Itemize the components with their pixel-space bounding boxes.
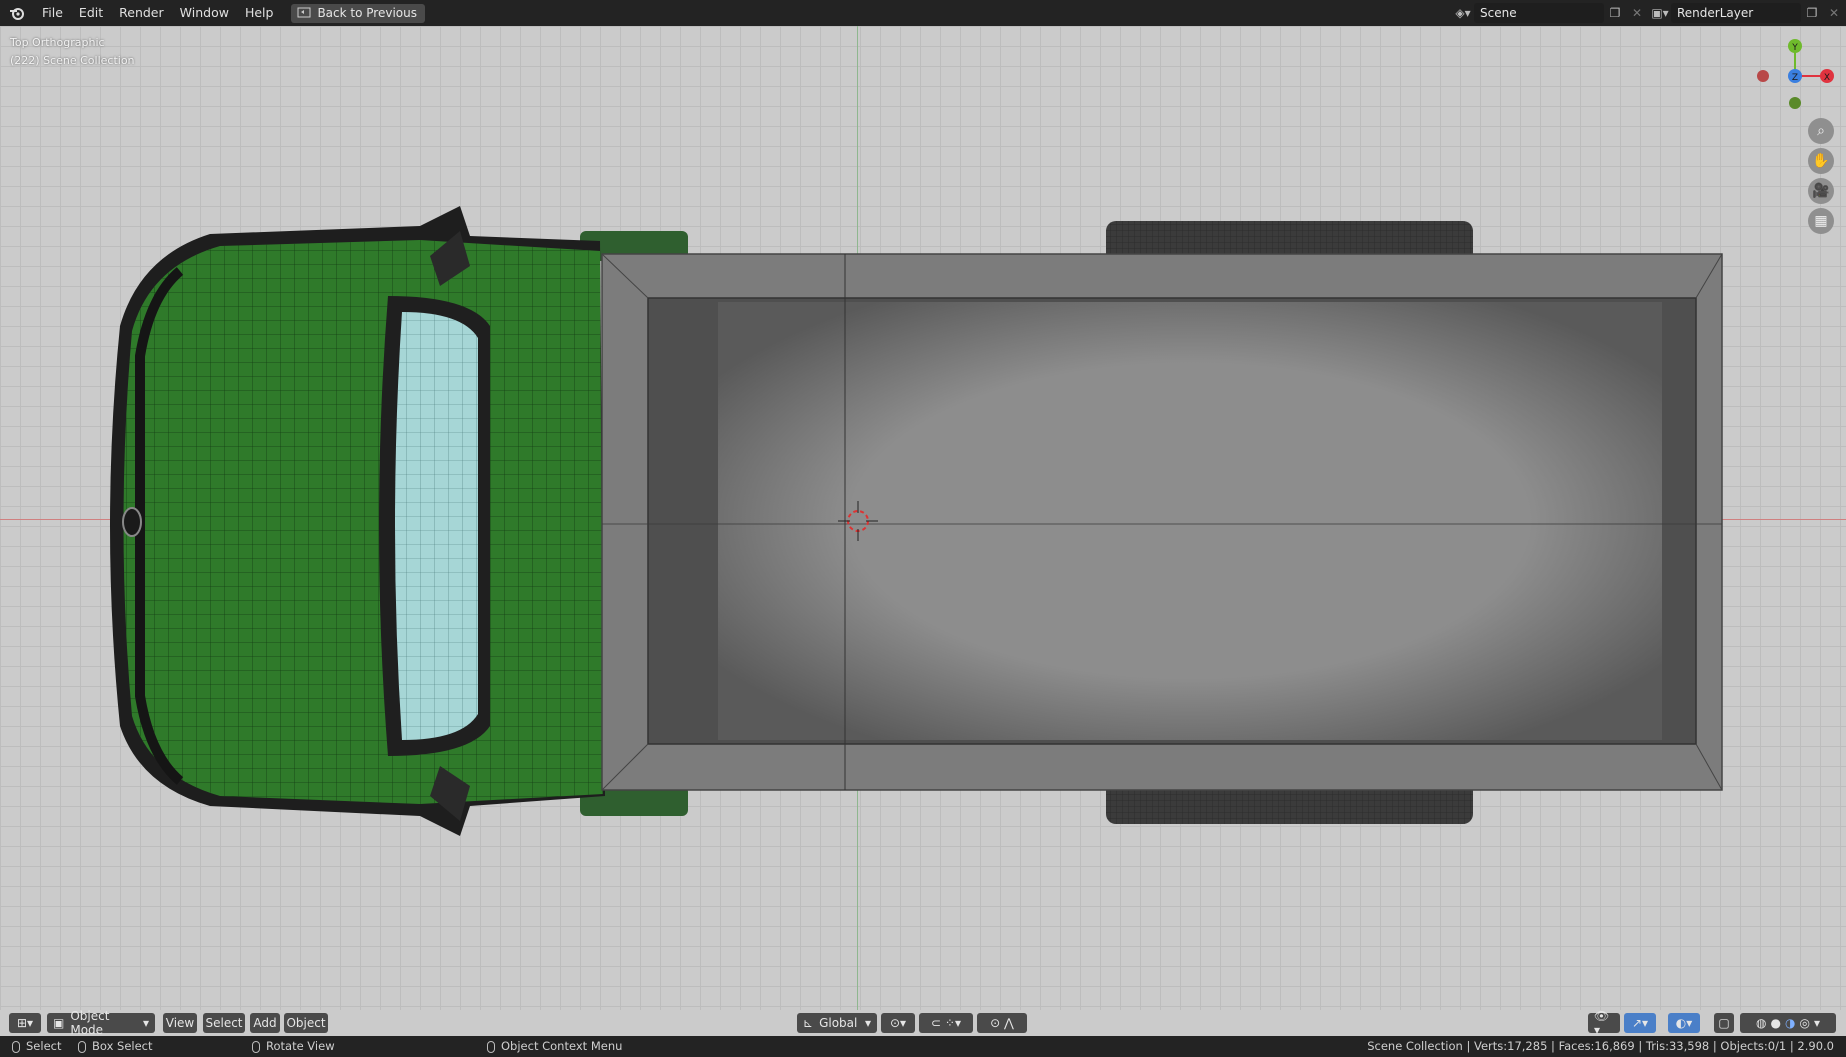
- top-bar: File Edit Render Window Help Back to Pre…: [0, 0, 1846, 26]
- screen-icon: [297, 7, 311, 18]
- blender-logo-icon[interactable]: [0, 6, 34, 20]
- mouse-drag-icon: [78, 1040, 86, 1053]
- status-context-menu: Object Context Menu: [487, 1036, 622, 1057]
- gizmo-z-label: Z: [1792, 73, 1798, 83]
- status-select-label: Select: [26, 1039, 62, 1053]
- menu-help[interactable]: Help: [237, 0, 282, 26]
- add-menu-button[interactable]: Add: [250, 1013, 280, 1033]
- delete-render-layer-icon[interactable]: ✕: [1823, 3, 1845, 23]
- pivot-point-icon[interactable]: ⊙▾: [881, 1013, 915, 1033]
- gizmo-toggle-icon[interactable]: ↗▾: [1624, 1013, 1656, 1033]
- chevron-down-icon[interactable]: ▾: [1814, 1016, 1820, 1030]
- scene-selector[interactable]: ◈▾ Scene ❐ ✕: [1452, 3, 1648, 23]
- pan-hand-icon[interactable]: ✋: [1808, 148, 1834, 174]
- viewport-header: ⊞▾ ▣ Object Mode ▾ View Select Add Objec…: [0, 1009, 1846, 1037]
- mouse-left-icon: [12, 1040, 20, 1053]
- select-menu-button[interactable]: Select: [203, 1013, 245, 1033]
- orientation-label: Global: [819, 1016, 858, 1030]
- chevron-down-icon: ▾: [142, 1016, 149, 1030]
- status-box-select: Box Select: [78, 1036, 153, 1057]
- truck-cab[interactable]: [110, 206, 605, 836]
- render-layer-field[interactable]: RenderLayer: [1671, 3, 1801, 23]
- rendered-shading-icon[interactable]: ◎: [1799, 1016, 1809, 1030]
- object-menu-button[interactable]: Object: [284, 1013, 328, 1033]
- overlays-icon[interactable]: ◐▾: [1668, 1013, 1700, 1033]
- menu-edit[interactable]: Edit: [71, 0, 111, 26]
- scene-statistics: Scene Collection | Verts:17,285 | Faces:…: [1367, 1036, 1834, 1057]
- new-render-layer-icon[interactable]: ❐: [1801, 3, 1823, 23]
- scene-name: Scene: [1480, 6, 1517, 20]
- wireframe-shading-icon[interactable]: ◍: [1756, 1016, 1766, 1030]
- delete-scene-icon[interactable]: ✕: [1626, 3, 1648, 23]
- mode-dropdown[interactable]: ▣ Object Mode ▾: [47, 1009, 155, 1037]
- navigation-gizmo[interactable]: Y X Z: [1750, 36, 1840, 126]
- 3d-viewport[interactable]: Top Orthographic (222) Scene Collection: [0, 26, 1846, 1036]
- menu-render[interactable]: Render: [111, 0, 172, 26]
- mode-label: Object Mode: [70, 1009, 110, 1037]
- chevron-down-icon: ▾: [864, 1016, 871, 1030]
- shading-mode-group[interactable]: ◍ ● ◑ ◎ ▾: [1740, 1013, 1836, 1033]
- menu-window[interactable]: Window: [172, 0, 237, 26]
- xray-icon[interactable]: ▢: [1714, 1013, 1734, 1033]
- zoom-icon[interactable]: ⌕: [1808, 118, 1834, 144]
- truck-bed[interactable]: [601, 253, 1723, 791]
- status-box-select-label: Box Select: [92, 1039, 153, 1053]
- render-layer-name: RenderLayer: [1677, 6, 1754, 20]
- status-rotate-view-label: Rotate View: [266, 1039, 335, 1053]
- gizmo-y-label: Y: [1791, 43, 1798, 53]
- status-select: Select: [12, 1036, 61, 1057]
- back-to-previous-button[interactable]: Back to Previous: [291, 3, 425, 23]
- back-to-previous-label: Back to Previous: [317, 6, 417, 20]
- solid-shading-icon[interactable]: ●: [1771, 1016, 1781, 1030]
- object-mode-icon: ▣: [53, 1016, 65, 1030]
- status-context-menu-label: Object Context Menu: [501, 1039, 623, 1053]
- status-rotate-view: Rotate View: [252, 1036, 335, 1057]
- gizmo-x-label: X: [1824, 73, 1830, 83]
- menu-file[interactable]: File: [34, 0, 71, 26]
- new-scene-icon[interactable]: ❐: [1604, 3, 1626, 23]
- render-layer-selector[interactable]: ▣▾ RenderLayer ❐ ✕: [1649, 3, 1845, 23]
- mouse-middle-icon: [252, 1040, 260, 1053]
- camera-view-icon[interactable]: 🎥: [1808, 178, 1834, 204]
- truck-model[interactable]: [0, 26, 1846, 1036]
- visibility-icon[interactable]: 👁▾: [1588, 1009, 1620, 1037]
- ortho-grid-icon[interactable]: ▦: [1808, 208, 1834, 234]
- scene-name-field[interactable]: Scene: [1474, 3, 1604, 23]
- orientation-dropdown[interactable]: ⊾ Global ▾: [797, 1013, 877, 1033]
- render-layer-icon[interactable]: ▣▾: [1649, 3, 1671, 23]
- snap-icon[interactable]: ⊂ ⁘▾: [919, 1013, 973, 1033]
- status-bar: Select Box Select Rotate View Object Con…: [0, 1036, 1846, 1057]
- mouse-right-icon: [487, 1040, 495, 1053]
- scene-icon[interactable]: ◈▾: [1452, 3, 1474, 23]
- editor-type-icon[interactable]: ⊞▾: [9, 1013, 41, 1033]
- scene-statistics-text: Scene Collection | Verts:17,285 | Faces:…: [1367, 1039, 1834, 1053]
- orientation-icon: ⊾: [803, 1016, 814, 1030]
- proportional-editing-icon[interactable]: ⊙ ⋀: [977, 1013, 1027, 1033]
- material-shading-icon[interactable]: ◑: [1785, 1016, 1795, 1030]
- view-menu-button[interactable]: View: [163, 1013, 197, 1033]
